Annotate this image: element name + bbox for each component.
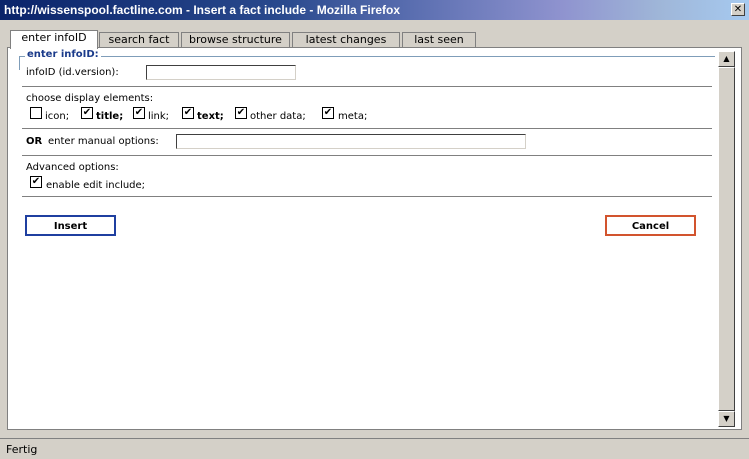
other-data-checkbox[interactable]: ✔ (235, 107, 247, 119)
manual-options-label: enter manual options: (48, 136, 159, 147)
status-text: Fertig (6, 443, 38, 456)
advanced-options-label: Advanced options: (26, 162, 119, 173)
window-title: http://wissenspool.factline.com - Insert… (4, 3, 401, 17)
cancel-button[interactable]: Cancel (605, 215, 696, 236)
display-elements-label: choose display elements: (26, 93, 154, 104)
divider (22, 128, 712, 130)
fieldset-legend: enter infoID: (25, 49, 101, 60)
other-data-checkbox-label: other data; (250, 111, 306, 122)
content-panel: enter infoID: infoID (id.version): choos… (7, 47, 742, 430)
vertical-scrollbar[interactable]: ▲ ▼ (718, 51, 735, 427)
scrollbar-thumb[interactable] (718, 67, 735, 411)
tab-browse-structure[interactable]: browse structure (181, 32, 290, 48)
divider (22, 86, 712, 88)
edit-include-checkbox[interactable]: ✔ (30, 176, 42, 188)
meta-checkbox[interactable]: ✔ (322, 107, 334, 119)
infoid-label: infoID (id.version): (26, 67, 119, 78)
close-icon[interactable]: ✕ (731, 3, 745, 16)
divider (22, 155, 712, 157)
text-checkbox-label: text; (197, 111, 224, 122)
edit-include-label: enable edit include; (46, 180, 146, 191)
link-checkbox[interactable]: ✔ (133, 107, 145, 119)
scroll-up-icon[interactable]: ▲ (718, 51, 735, 67)
icon-checkbox[interactable] (30, 107, 42, 119)
tab-latest-changes[interactable]: latest changes (292, 32, 400, 48)
title-checkbox[interactable]: ✔ (81, 107, 93, 119)
fieldset-border (19, 56, 715, 70)
divider (22, 196, 712, 198)
status-bar: Fertig (0, 438, 749, 459)
manual-or-label: OR (26, 136, 43, 147)
insert-button[interactable]: Insert (25, 215, 116, 236)
window-titlebar: http://wissenspool.factline.com - Insert… (0, 0, 749, 20)
infoid-input[interactable] (146, 65, 296, 80)
tab-last-seen[interactable]: last seen (402, 32, 476, 48)
tab-search-fact[interactable]: search fact (99, 32, 179, 48)
manual-options-input[interactable] (176, 134, 526, 149)
icon-checkbox-label: icon; (45, 111, 70, 122)
title-checkbox-label: title; (96, 111, 124, 122)
meta-checkbox-label: meta; (338, 111, 368, 122)
scroll-down-icon[interactable]: ▼ (718, 411, 735, 427)
tab-enter-infoid[interactable]: enter infoID (10, 30, 98, 49)
text-checkbox[interactable]: ✔ (182, 107, 194, 119)
link-checkbox-label: link; (148, 111, 170, 122)
